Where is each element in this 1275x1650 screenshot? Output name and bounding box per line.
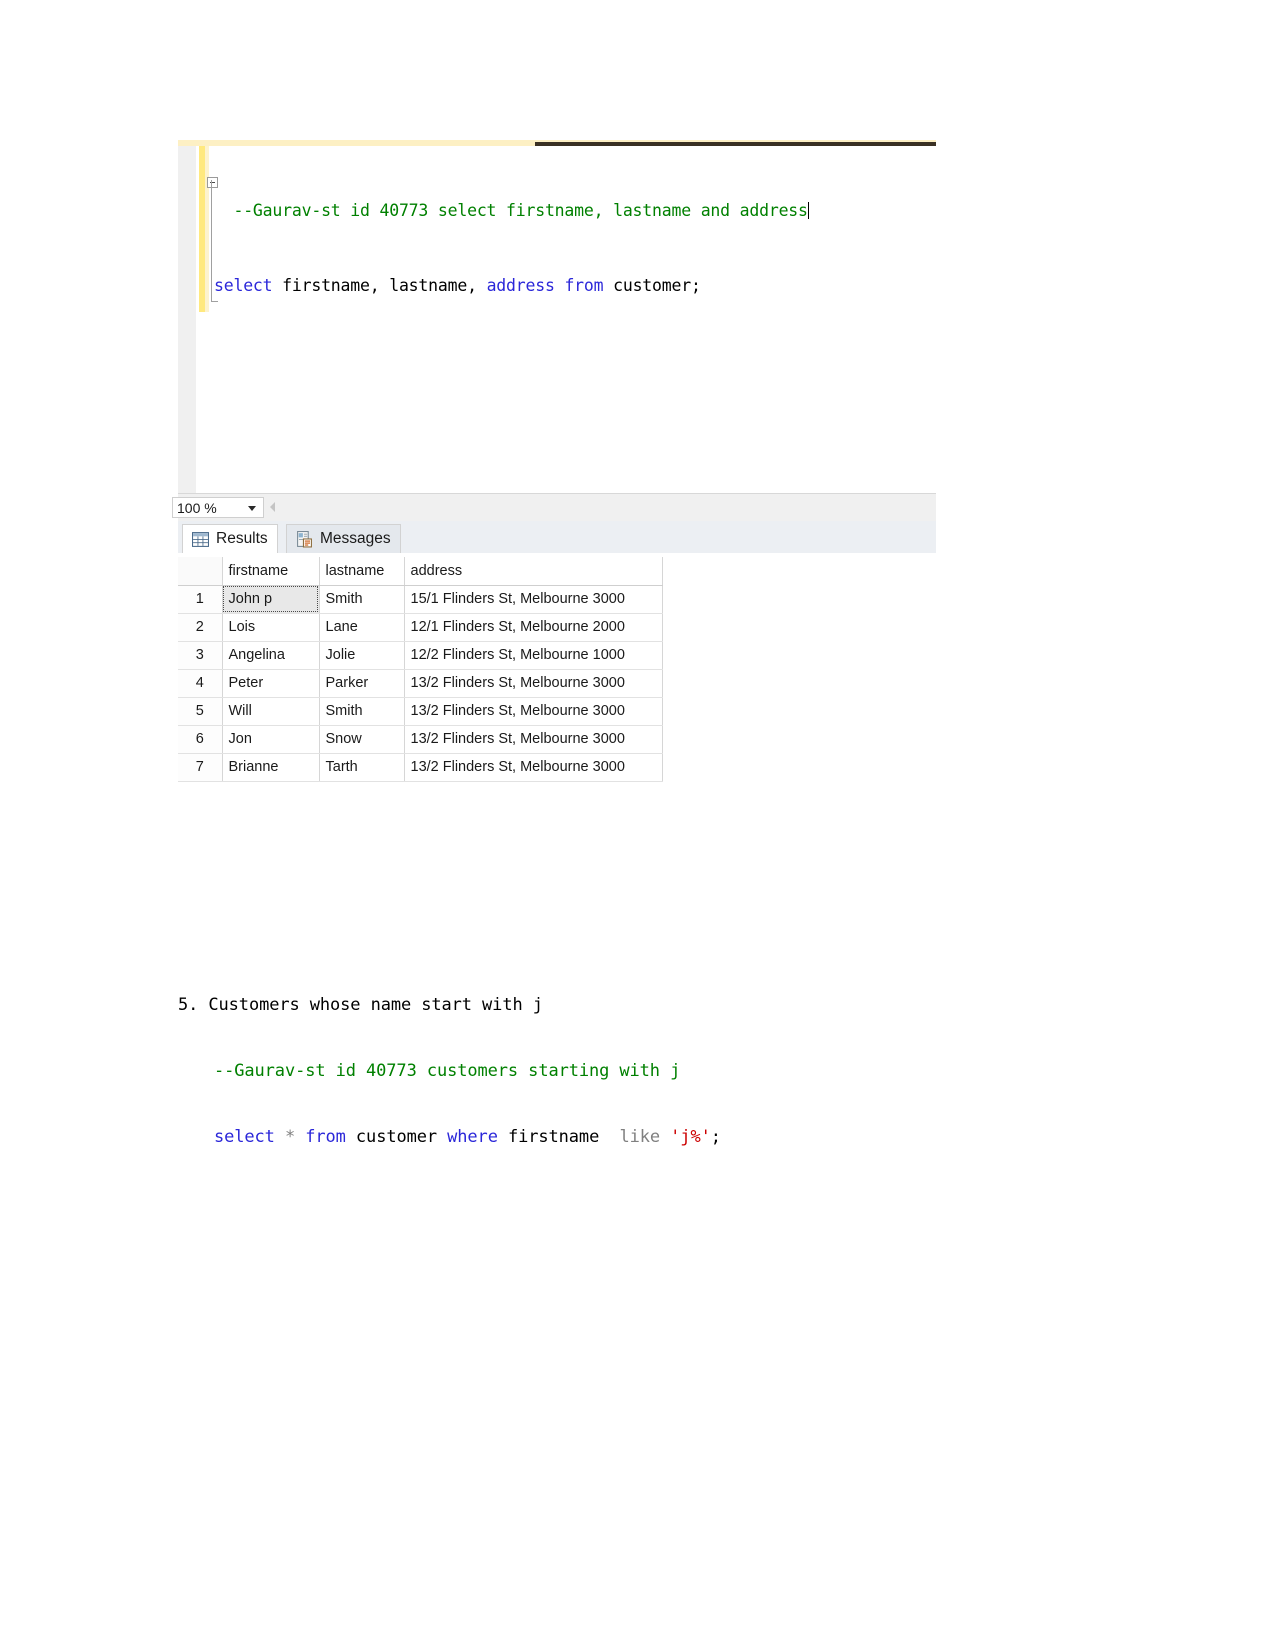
cell-firstname[interactable]: Brianne	[222, 753, 319, 781]
cell-lastname[interactable]: Jolie	[319, 641, 404, 669]
grid-icon	[192, 531, 209, 548]
doc-keyword-from: from	[305, 1127, 346, 1147]
query-editor[interactable]: --Gaurav-st id 40773 select firstname, l…	[178, 140, 936, 493]
table-row[interactable]: 3 Angelina Jolie 12/2 Flinders St, Melbo…	[178, 641, 662, 669]
row-number[interactable]: 5	[178, 697, 222, 725]
sql-keyword-from: from	[564, 276, 603, 295]
document-text-block: 5. Customers whose name start with j --G…	[178, 950, 1078, 1170]
code-line-1: --Gaurav-st id 40773 select firstname, l…	[214, 198, 914, 223]
row-number[interactable]: 7	[178, 753, 222, 781]
cell-address[interactable]: 13/2 Flinders St, Melbourne 3000	[404, 725, 662, 753]
cell-firstname[interactable]: Angelina	[222, 641, 319, 669]
column-header-firstname[interactable]: firstname	[222, 557, 319, 585]
sql-space-1	[555, 276, 565, 295]
cell-lastname[interactable]: Smith	[319, 585, 404, 613]
code-line-2: select firstname, lastname, address from…	[214, 273, 914, 298]
sql-columns: firstname, lastname,	[272, 276, 486, 295]
row-number[interactable]: 4	[178, 669, 222, 697]
cell-firstname[interactable]: Peter	[222, 669, 319, 697]
splitter-arrow-icon[interactable]	[270, 502, 275, 512]
cell-firstname[interactable]: Will	[222, 697, 319, 725]
doc-keyword-select: select	[214, 1127, 275, 1147]
cell-firstname[interactable]: Jon	[222, 725, 319, 753]
table-row[interactable]: 4 Peter Parker 13/2 Flinders St, Melbour…	[178, 669, 662, 697]
cell-address[interactable]: 12/1 Flinders St, Melbourne 2000	[404, 613, 662, 641]
row-number[interactable]: 2	[178, 613, 222, 641]
doc-keyword-where: where	[447, 1127, 498, 1147]
zoom-level-label: 100 %	[177, 500, 217, 516]
tab-messages-label: Messages	[320, 530, 391, 548]
sql-comment: --Gaurav-st id 40773 select firstname, l…	[214, 201, 808, 220]
column-header-address[interactable]: address	[404, 557, 662, 585]
doc-terminator: ;	[711, 1127, 721, 1147]
editor-change-bar	[199, 146, 205, 312]
text-caret	[808, 202, 809, 219]
fold-region-line	[211, 180, 212, 302]
doc-column-name: firstname	[508, 1127, 599, 1147]
cell-lastname[interactable]: Parker	[319, 669, 404, 697]
tab-results[interactable]: Results	[182, 524, 278, 553]
row-number[interactable]: 6	[178, 725, 222, 753]
cell-lastname[interactable]: Tarth	[319, 753, 404, 781]
row-number[interactable]: 1	[178, 585, 222, 613]
column-header-lastname[interactable]: lastname	[319, 557, 404, 585]
question-heading: 5. Customers whose name start with j	[178, 994, 1078, 1016]
cell-address[interactable]: 15/1 Flinders St, Melbourne 3000	[404, 585, 662, 613]
table-row[interactable]: 5 Will Smith 13/2 Flinders St, Melbourne…	[178, 697, 662, 725]
editor-zoom-bar: 100 %	[178, 493, 936, 521]
tab-messages[interactable]: Messages	[286, 524, 401, 553]
editor-line-number-gutter	[178, 146, 196, 493]
sql-keyword-address: address	[487, 276, 555, 295]
messages-icon	[296, 531, 313, 548]
grid-header-row: firstname lastname address	[178, 557, 662, 585]
cell-firstname[interactable]: Lois	[222, 613, 319, 641]
editor-top-strip-accent	[535, 142, 936, 146]
editor-code-area[interactable]: --Gaurav-st id 40773 select firstname, l…	[214, 148, 914, 348]
results-tab-strip: Results Messages	[178, 521, 936, 553]
doc-keyword-like: like	[619, 1127, 660, 1147]
grid-body: 1 John p Smith 15/1 Flinders St, Melbour…	[178, 585, 662, 781]
doc-star: *	[285, 1127, 295, 1147]
tab-results-label: Results	[216, 530, 268, 548]
column-header-rownum[interactable]	[178, 557, 222, 585]
results-grid[interactable]: firstname lastname address 1 John p Smit…	[178, 557, 663, 782]
cell-lastname[interactable]: Lane	[319, 613, 404, 641]
doc-sql-query-line: select * from customer where firstname l…	[178, 1126, 1078, 1148]
cell-address[interactable]: 13/2 Flinders St, Melbourne 3000	[404, 697, 662, 725]
doc-table-name: customer	[356, 1127, 437, 1147]
table-row[interactable]: 1 John p Smith 15/1 Flinders St, Melbour…	[178, 585, 662, 613]
table-row[interactable]: 2 Lois Lane 12/1 Flinders St, Melbourne …	[178, 613, 662, 641]
table-row[interactable]: 7 Brianne Tarth 13/2 Flinders St, Melbou…	[178, 753, 662, 781]
table-row[interactable]: 6 Jon Snow 13/2 Flinders St, Melbourne 3…	[178, 725, 662, 753]
row-number[interactable]: 3	[178, 641, 222, 669]
cell-address[interactable]: 12/2 Flinders St, Melbourne 1000	[404, 641, 662, 669]
zoom-level-combobox[interactable]: 100 %	[172, 497, 264, 518]
cell-lastname[interactable]: Snow	[319, 725, 404, 753]
chevron-down-icon[interactable]	[248, 506, 256, 511]
doc-sql-comment: --Gaurav-st id 40773 customers starting …	[214, 1061, 680, 1081]
sql-table-name: customer;	[603, 276, 700, 295]
doc-sql-comment-line: --Gaurav-st id 40773 customers starting …	[178, 1060, 1078, 1082]
sql-keyword-select: select	[214, 276, 272, 295]
cell-address[interactable]: 13/2 Flinders St, Melbourne 3000	[404, 669, 662, 697]
ssms-screenshot: --Gaurav-st id 40773 select firstname, l…	[178, 140, 936, 795]
cell-firstname[interactable]: John p	[222, 585, 319, 613]
cell-lastname[interactable]: Smith	[319, 697, 404, 725]
doc-string-pattern: 'j%'	[670, 1127, 711, 1147]
cell-address[interactable]: 13/2 Flinders St, Melbourne 3000	[404, 753, 662, 781]
